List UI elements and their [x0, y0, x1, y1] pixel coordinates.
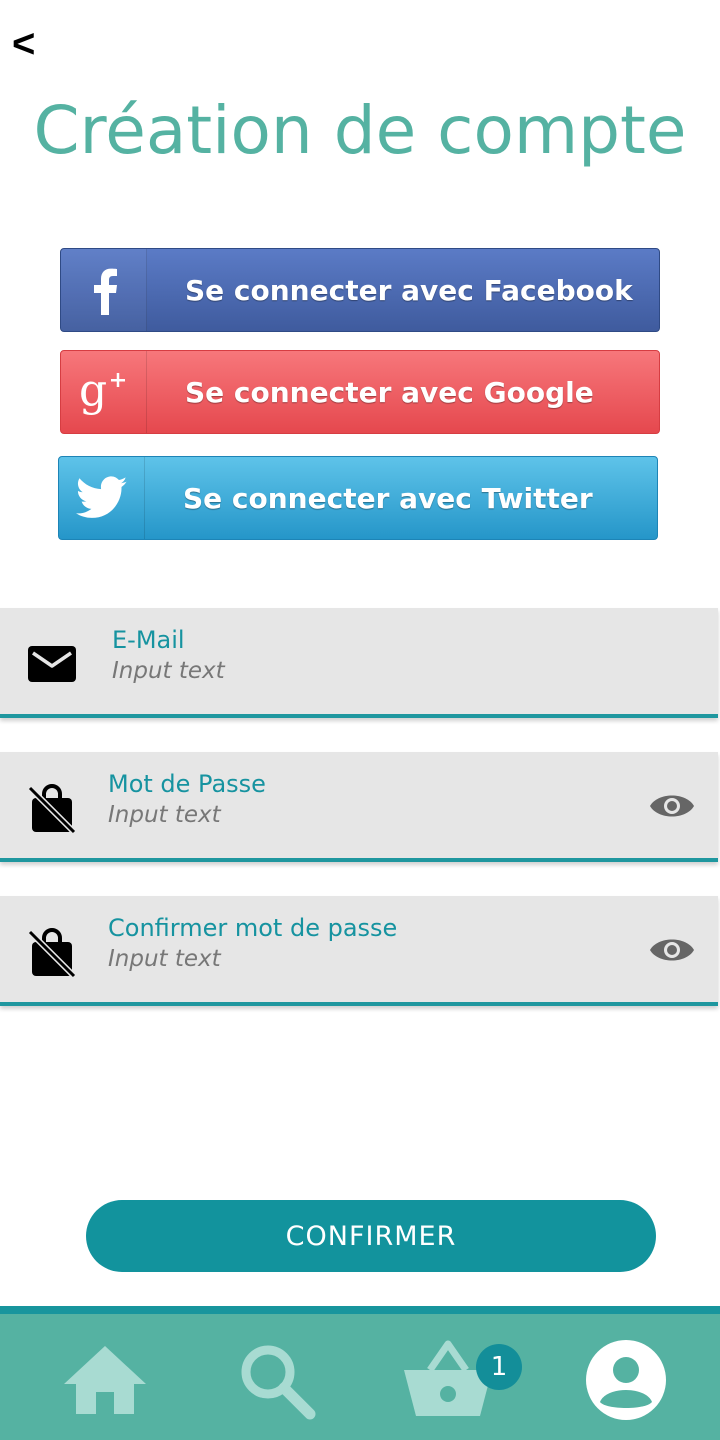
email-label: E-Mail [112, 626, 185, 654]
lock-off-icon [27, 784, 77, 834]
home-icon[interactable] [62, 1344, 148, 1416]
mail-icon [28, 646, 76, 682]
password-label: Mot de Passe [108, 770, 266, 798]
account-icon[interactable] [584, 1338, 668, 1422]
google-login-label: Se connecter avec Google [185, 375, 594, 409]
confirm-password-label: Confirmer mot de passe [108, 914, 398, 942]
eye-icon[interactable] [648, 932, 696, 968]
facebook-icon [61, 249, 147, 331]
facebook-login-button[interactable]: Se connecter avec Facebook [60, 248, 660, 332]
twitter-icon [59, 457, 145, 539]
page-title: Création de compte [33, 92, 687, 169]
bottom-nav: 1 [0, 1306, 720, 1440]
lock-off-icon [27, 928, 77, 978]
search-icon[interactable] [238, 1344, 318, 1420]
twitter-login-button[interactable]: Se connecter avec Twitter [58, 456, 658, 540]
facebook-login-label: Se connecter avec Facebook [185, 273, 633, 307]
confirm-button[interactable]: CONFIRMER [86, 1200, 656, 1272]
twitter-login-label: Se connecter avec Twitter [183, 481, 593, 515]
password-field[interactable]: Mot de Passe [0, 752, 718, 862]
google-login-button[interactable]: g Se connecter avec Google [60, 350, 660, 434]
confirm-password-field[interactable]: Confirmer mot de passe [0, 896, 718, 1006]
email-input[interactable] [112, 658, 532, 684]
email-field[interactable]: E-Mail [0, 608, 718, 718]
eye-icon[interactable] [648, 788, 696, 824]
confirm-password-input[interactable] [108, 946, 528, 972]
password-input[interactable] [108, 802, 528, 828]
google-plus-icon: g [61, 351, 147, 433]
svg-text:g: g [79, 367, 107, 416]
back-button[interactable]: < [12, 24, 35, 64]
cart-badge: 1 [476, 1344, 522, 1390]
